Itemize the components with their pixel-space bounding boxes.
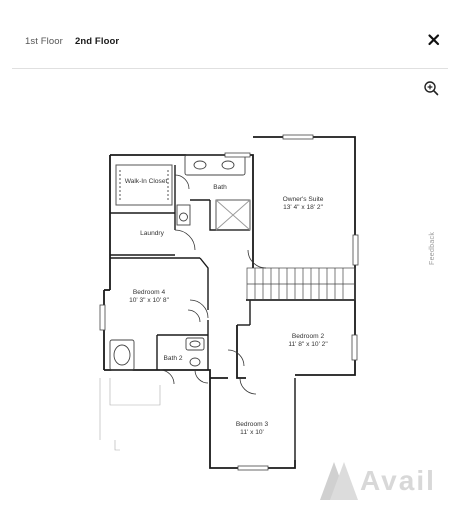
room-owners-suite: Owner's Suite 13' 4" x 18' 2" <box>283 196 324 212</box>
room-bath-2: Bath 2 <box>163 355 182 363</box>
room-bedroom-2: Bedroom 2 11' 8" x 10' 2" <box>288 333 327 349</box>
room-bedroom-4: Bedroom 4 10' 3" x 10' 8" <box>129 289 169 305</box>
room-size: 13' 4" x 18' 2" <box>283 204 323 211</box>
room-walk-in-closet: Walk-In Closet <box>125 178 168 186</box>
room-name: Bedroom 4 <box>132 289 166 296</box>
room-name: Laundry <box>140 230 164 237</box>
room-name: Bedroom 2 <box>291 333 325 340</box>
room-name: Bath 2 <box>163 355 183 362</box>
room-size: 11' x 10' <box>240 429 264 436</box>
room-size: 10' 3" x 10' 8" <box>129 297 169 304</box>
room-name: Bedroom 3 <box>235 421 269 428</box>
room-bedroom-3: Bedroom 3 11' x 10' <box>236 421 268 437</box>
room-bath: Bath <box>213 184 227 192</box>
feedback-tab[interactable]: Feedback <box>429 232 436 265</box>
room-laundry: Laundry <box>140 230 164 238</box>
room-size: 11' 8" x 10' 2" <box>288 341 328 348</box>
floor-plan <box>99 134 359 471</box>
room-name: Owner's Suite <box>282 196 324 203</box>
room-name: Bath <box>213 184 227 191</box>
room-name: Walk-In Closet <box>124 178 168 185</box>
avail-watermark: Avail <box>320 452 461 500</box>
watermark-text: Avail <box>360 465 436 496</box>
